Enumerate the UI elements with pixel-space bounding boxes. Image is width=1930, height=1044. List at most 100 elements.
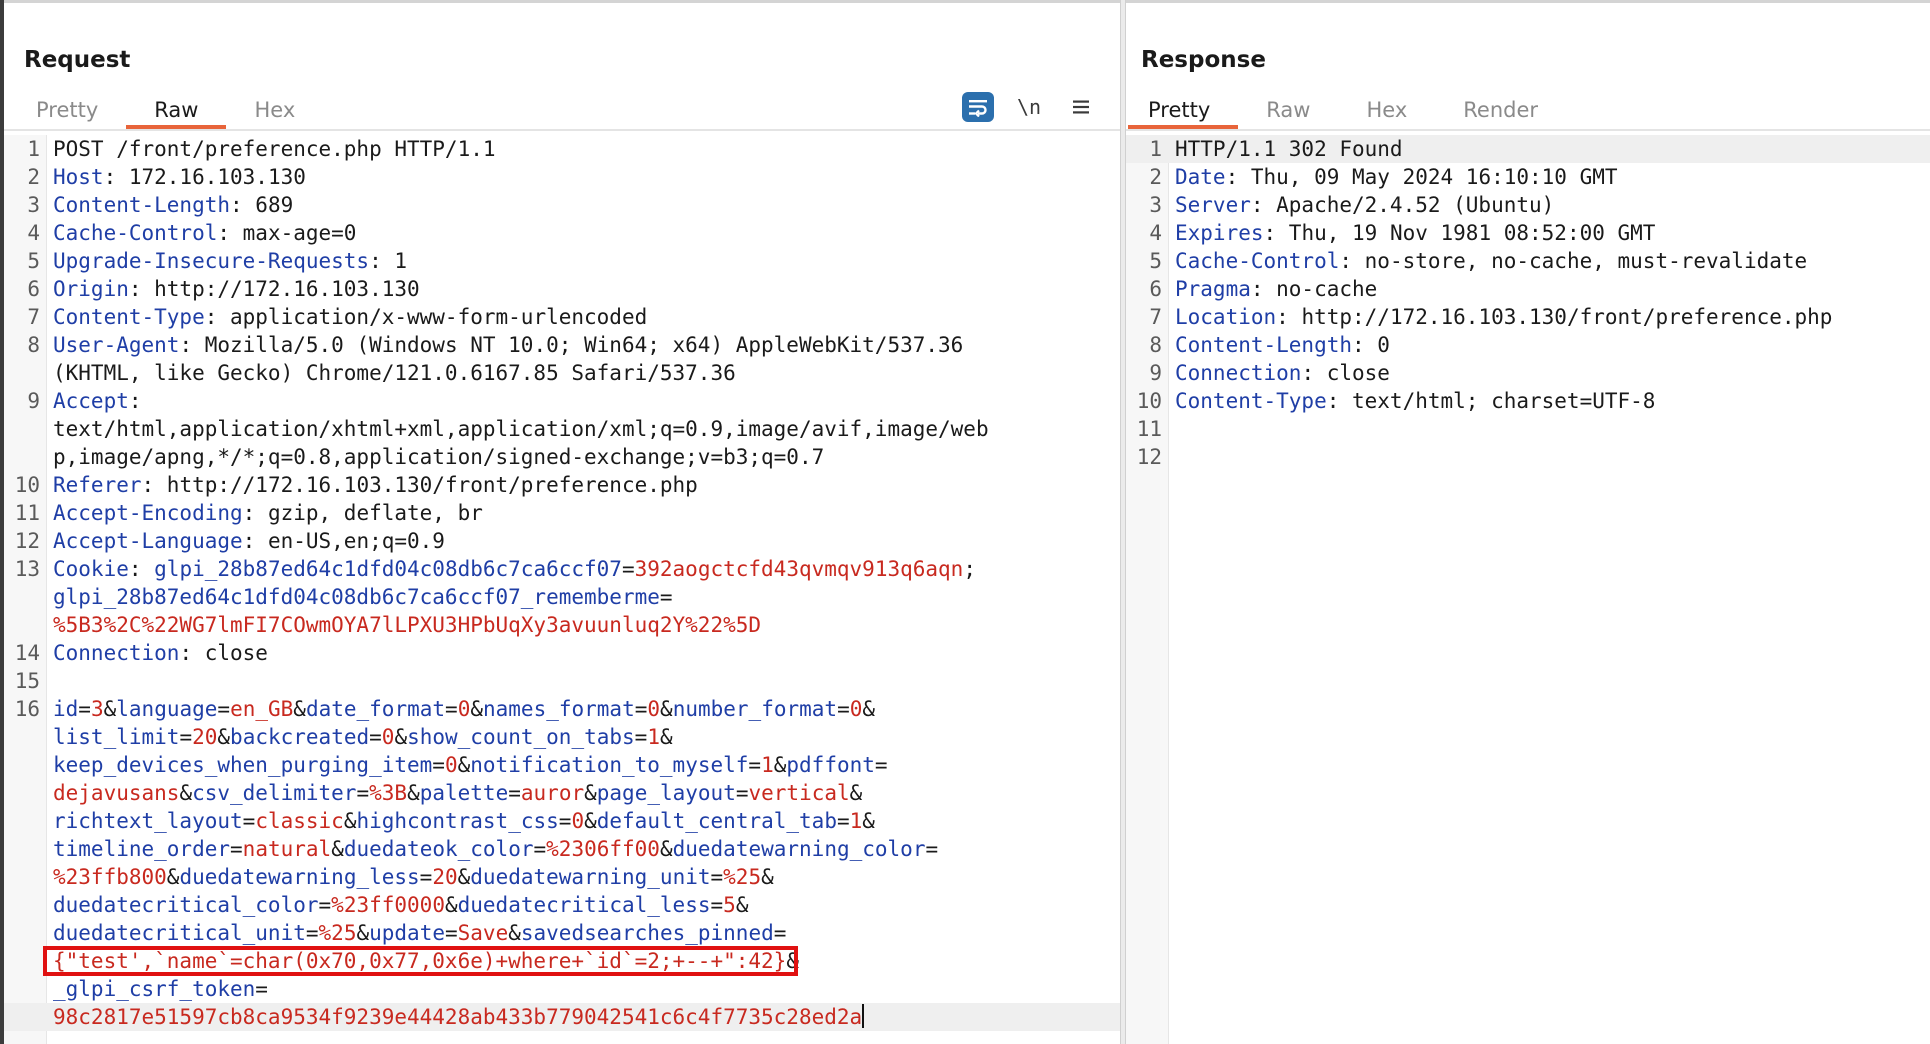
request-line-text: User-Agent: Mozilla/5.0 (Windows NT 10.0… <box>53 331 1120 359</box>
token-value: 0 <box>571 809 585 833</box>
token-text: & <box>862 809 875 833</box>
request-line-number <box>4 723 40 751</box>
token-value: 98c2817e51597cb8ca9534f9239e44428ab433b7… <box>53 1005 863 1029</box>
request-line-text: list_limit=20&backcreated=0&show_count_o… <box>53 723 1120 751</box>
token-value: 1 <box>761 753 774 777</box>
token-key: number_format <box>672 697 838 721</box>
request-line-number: 1 <box>27 137 40 161</box>
request-menu-button[interactable] <box>1064 91 1098 123</box>
token-key: Cookie <box>53 557 129 581</box>
token-text: & <box>293 697 306 721</box>
text-caret <box>862 1004 865 1028</box>
token-text: : Thu, 19 Nov 1981 08:52:00 GMT <box>1263 221 1656 245</box>
token-key: names_format <box>483 697 635 721</box>
token-value: 0 <box>381 725 395 749</box>
request-toolbar: \n <box>962 91 1098 123</box>
request-code-line: 10 Referer: http://172.16.103.130/front/p… <box>4 471 1120 499</box>
token-text: & <box>103 697 117 721</box>
wrap-lines-button[interactable] <box>962 92 994 122</box>
token-key: Accept-Language <box>53 529 243 553</box>
token-key: Accept <box>53 389 129 413</box>
token-text: = <box>356 781 370 805</box>
request-code-line: 3 Content-Length: 689 <box>4 191 1120 219</box>
token-text: & <box>659 725 673 749</box>
request-line-number: 14 <box>14 641 40 665</box>
request-line-text: Referer: http://172.16.103.130/front/pre… <box>53 471 1120 499</box>
response-line-text <box>1175 443 1930 471</box>
response-line-number: 1 <box>1149 137 1162 161</box>
request-line-text: timeline_order=natural&duedateok_color=%… <box>53 835 1120 863</box>
request-code-line: 12 Accept-Language: en-US,en;q=0.9 <box>4 527 1120 555</box>
token-text: & <box>179 781 193 805</box>
request-line-text: Accept-Encoding: gzip, deflate, br <box>53 499 1120 527</box>
token-value: %25 <box>318 921 357 945</box>
token-value: vertical <box>748 781 850 805</box>
token-key: csv_delimiter <box>192 781 357 805</box>
token-text: : close <box>179 641 268 665</box>
request-line-number: 5 <box>27 249 40 273</box>
response-pane: Response Pretty Raw Hex Render 1 HTTP/1.1… <box>1126 3 1930 1044</box>
request-code-line: (KHTML, like Gecko) Chrome/121.0.6167.85… <box>4 359 1120 387</box>
word-wrap-icon <box>969 100 987 117</box>
token-key: Cache-Control <box>53 221 218 245</box>
token-key: User-Agent <box>53 333 180 357</box>
token-key: highcontrast_css <box>356 809 559 833</box>
token-text: & <box>849 781 863 805</box>
response-line-text: Content-Type: text/html; charset=UTF-8 <box>1175 387 1930 415</box>
token-key: Origin <box>53 277 129 301</box>
token-key: language <box>116 697 218 721</box>
token-text: = <box>836 809 850 833</box>
request-line-number <box>4 583 40 611</box>
request-line-text: POST /front/preference.php HTTP/1.1 <box>53 135 1120 163</box>
request-line-text: %23ffb800&duedatewarning_less=20&duedate… <box>53 863 1120 891</box>
response-line-number: 2 <box>1149 165 1162 189</box>
request-line-text: Cache-Control: max-age=0 <box>53 219 1120 247</box>
response-line-number: 6 <box>1149 277 1162 301</box>
token-text: (KHTML, like Gecko) Chrome/121.0.6167.85… <box>53 361 736 385</box>
response-editor[interactable]: 1 HTTP/1.1 302 Found 2 Date: Thu, 09 May 20… <box>1126 135 1930 1044</box>
response-tab-divider <box>1126 129 1930 131</box>
token-text: & <box>508 921 521 945</box>
request-title: Request <box>24 47 131 73</box>
response-line-text: Server: Apache/2.4.52 (Ubuntu) <box>1175 191 1930 219</box>
token-key: Date <box>1175 165 1226 189</box>
token-text: & <box>394 725 408 749</box>
token-key: glpi_28b87ed64c1dfd04c08db6c7ca6ccf07 <box>154 557 622 581</box>
token-text: : text/html; charset=UTF-8 <box>1326 389 1656 413</box>
payload-highlight-box <box>43 946 799 976</box>
request-editor[interactable]: 1 POST /front/preference.php HTTP/1.1 2 Hos… <box>4 135 1120 1044</box>
token-text: = <box>230 837 243 861</box>
request-tabs: Pretty Raw Hex <box>16 93 323 129</box>
response-tab-hex[interactable]: Hex <box>1338 93 1435 129</box>
request-line-text: id=3&language=en_GB&date_format=0&names_… <box>53 695 1120 723</box>
token-value: 0 <box>849 697 863 721</box>
token-text: & <box>470 697 483 721</box>
token-value: auror <box>520 781 585 805</box>
response-tab-render[interactable]: Render <box>1435 93 1566 129</box>
response-tab-raw[interactable]: Raw <box>1238 93 1338 129</box>
token-value: classic <box>255 809 344 833</box>
token-text: & <box>735 893 749 917</box>
request-line-number: 7 <box>27 305 40 329</box>
token-text: = <box>874 753 888 777</box>
token-key: duedatewarning_less <box>179 865 420 889</box>
token-value: 0 <box>647 697 661 721</box>
token-text: = <box>508 781 521 805</box>
token-value: natural <box>242 837 332 861</box>
response-line-number: 12 <box>1136 445 1162 469</box>
request-line-number: 2 <box>27 165 40 189</box>
request-line-text: _glpi_csrf_token= <box>53 975 1120 1003</box>
request-tab-hex[interactable]: Hex <box>226 93 323 129</box>
token-text: : http://172.16.103.130 <box>128 277 420 301</box>
hamburger-menu-icon <box>1073 100 1089 114</box>
token-key: duedateok_color <box>343 837 534 861</box>
request-tab-raw[interactable]: Raw <box>126 93 227 129</box>
show-newlines-button[interactable]: \n <box>1012 91 1046 123</box>
token-text: & <box>407 781 420 805</box>
response-line-text <box>1175 415 1930 443</box>
token-text: = <box>242 809 256 833</box>
request-code-line: 6 Origin: http://172.16.103.130 <box>4 275 1120 303</box>
response-tab-pretty[interactable]: Pretty <box>1128 93 1239 129</box>
request-tab-pretty[interactable]: Pretty <box>16 93 126 129</box>
response-code-line: 7 Location: http://172.16.103.130/front/p… <box>1126 303 1930 331</box>
